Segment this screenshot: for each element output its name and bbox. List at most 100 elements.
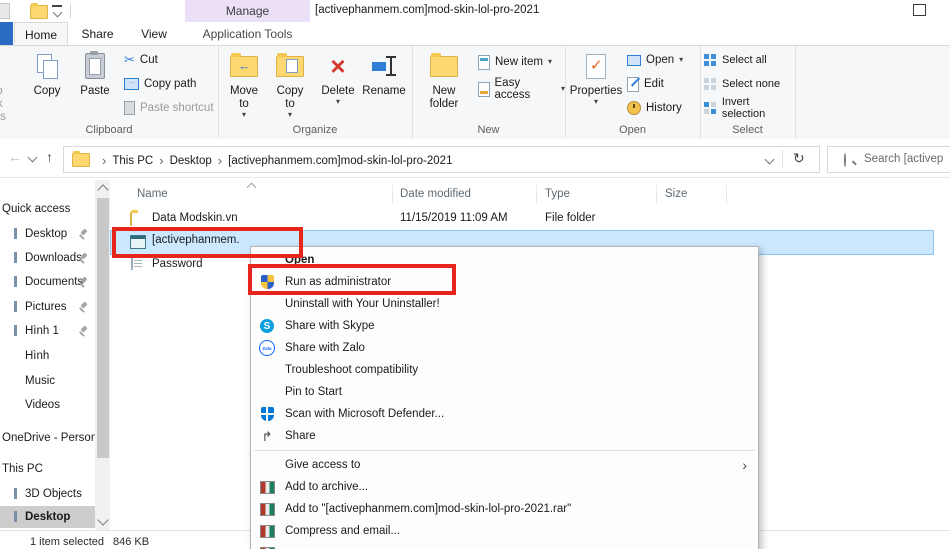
- column-divider[interactable]: [656, 185, 657, 204]
- menu-item-share-with-zalo[interactable]: ZaloShare with Zalo: [252, 337, 757, 359]
- sidebar-item-documents[interactable]: Documents: [0, 270, 95, 294]
- copy-button[interactable]: Copy: [24, 49, 70, 98]
- sidebar-item-this-pc[interactable]: This PC: [0, 457, 95, 481]
- easy-access-button[interactable]: Easy access ▾: [478, 78, 565, 100]
- paste-shortcut-button[interactable]: Paste shortcut: [124, 97, 214, 119]
- menu-item-pin-to-start[interactable]: Pin to Start: [252, 381, 757, 403]
- tab-application-tools[interactable]: Application Tools: [185, 22, 310, 45]
- select-all-button[interactable]: Select all: [704, 49, 767, 71]
- open-group-label: Open: [565, 124, 700, 136]
- cut-icon-edge: [14, 301, 17, 312]
- sidebar-item-hinh-1[interactable]: Hình 1: [0, 319, 95, 343]
- breadcrumb-this-pc[interactable]: This PC: [112, 155, 153, 167]
- column-divider[interactable]: [392, 185, 393, 204]
- address-box[interactable]: › This PC › Desktop › [activephanmem.com…: [63, 146, 820, 173]
- menu-item-add-to-archive[interactable]: Add to archive...: [252, 476, 757, 498]
- cut-icon-edge: [14, 511, 17, 522]
- column-header-name[interactable]: Name: [137, 188, 168, 200]
- column-divider[interactable]: [536, 185, 537, 204]
- qat-partial-icon[interactable]: [0, 3, 10, 19]
- column-divider[interactable]: [726, 185, 727, 204]
- file-explorer-window: Manage [activephanmem.com]mod-skin-lol-p…: [0, 0, 950, 549]
- address-bar: ← ↑ › This PC › Desktop › [activephanmem…: [0, 139, 950, 178]
- sidebar-item-desktop[interactable]: Desktop: [0, 222, 95, 246]
- new-item-button[interactable]: New item ▾: [478, 51, 552, 73]
- copy-path-button[interactable]: ··· Copy path: [124, 73, 196, 95]
- menu-item-give-access-to[interactable]: Give access to›: [252, 454, 757, 476]
- sidebar-item-pictures[interactable]: Pictures: [0, 295, 95, 319]
- copy-label: Copy: [34, 85, 61, 98]
- tab-view-label: View: [141, 27, 167, 41]
- back-button[interactable]: ←: [8, 149, 22, 165]
- nav-history-chevron-icon[interactable]: [28, 153, 38, 163]
- pin-to-quick-access-button[interactable]: Pin to Quick access: [0, 49, 18, 125]
- tab-home[interactable]: Home: [14, 22, 68, 46]
- cut-icon-edge: [14, 252, 17, 263]
- refresh-button[interactable]: ↻: [793, 150, 805, 167]
- menu-item-share[interactable]: ↱Share: [252, 425, 757, 447]
- cut-icon-edge: [14, 276, 17, 287]
- open-button[interactable]: Open ▾: [627, 49, 683, 71]
- select-group-label: Select: [700, 124, 795, 136]
- sidebar-scrollbar[interactable]: [95, 180, 110, 530]
- column-header-date-modified[interactable]: Date modified: [400, 188, 471, 200]
- edit-button[interactable]: Edit: [627, 73, 664, 95]
- tab-file[interactable]: [0, 22, 13, 45]
- sidebar-item-desktop-this-pc[interactable]: Desktop: [0, 506, 95, 528]
- qat-divider: [70, 4, 71, 18]
- select-all-label: Select all: [722, 54, 767, 66]
- maximize-icon[interactable]: [913, 4, 926, 16]
- copy-to-button[interactable]: Copy to▾: [268, 49, 312, 119]
- breadcrumb-desktop[interactable]: Desktop: [170, 155, 212, 167]
- pin-icon: [78, 253, 89, 264]
- select-none-icon: [704, 78, 717, 91]
- open-caret-icon: ▾: [679, 56, 683, 64]
- rename-button[interactable]: Rename: [360, 49, 408, 98]
- history-button[interactable]: History: [627, 97, 682, 119]
- address-dropdown-chevron-icon[interactable]: [765, 155, 775, 165]
- cut-button[interactable]: ✂ Cut: [124, 49, 158, 71]
- tab-share[interactable]: Share: [70, 22, 125, 45]
- sidebar-item-hinh[interactable]: Hình: [0, 344, 95, 368]
- crumb-sep-icon: ›: [153, 153, 169, 168]
- copy-path-label: Copy path: [144, 78, 196, 90]
- menu-item-share-with-skype[interactable]: SShare with Skype: [252, 315, 757, 337]
- copy-path-icon: ···: [124, 78, 139, 90]
- search-box[interactable]: Search [activep: [827, 146, 950, 173]
- new-folder-button[interactable]: New folder: [418, 49, 470, 111]
- qat-folder-icon[interactable]: [30, 5, 48, 19]
- menu-item-uninstall[interactable]: Uninstall with Your Uninstaller!: [252, 293, 757, 315]
- up-button[interactable]: ↑: [46, 149, 53, 165]
- menu-item-scan-with-defender[interactable]: Scan with Microsoft Defender...: [252, 403, 757, 425]
- scroll-up-icon[interactable]: [97, 184, 108, 195]
- sidebar-item-onedrive[interactable]: OneDrive - Personal: [0, 426, 95, 450]
- sidebar-item-3d-objects[interactable]: 3D Objects: [0, 482, 95, 506]
- properties-button[interactable]: ✓ Properties▾: [570, 49, 622, 106]
- scroll-down-icon[interactable]: [97, 514, 108, 525]
- sidebar-item-music[interactable]: Music: [0, 369, 95, 393]
- qat-customize-icon[interactable]: [52, 5, 62, 19]
- move-to-button[interactable]: ← Move to▾: [222, 49, 266, 119]
- menu-item-partial[interactable]: [252, 542, 757, 549]
- paste-button[interactable]: Paste: [72, 49, 118, 98]
- sidebar-item-quick-access[interactable]: Quick access: [0, 197, 95, 221]
- delete-button[interactable]: × Delete▾: [316, 49, 360, 106]
- select-none-button[interactable]: Select none: [704, 73, 780, 95]
- sort-ascending-icon: [247, 183, 257, 193]
- menu-item-troubleshoot-compatibility[interactable]: Troubleshoot compatibility: [252, 359, 757, 381]
- menu-item-add-to-rar[interactable]: Add to "[activephanmem.com]mod-skin-lol-…: [252, 498, 757, 520]
- menu-item-compress-and-email[interactable]: Compress and email...: [252, 520, 757, 542]
- pin-icon: [78, 326, 89, 337]
- sidebar-item-downloads[interactable]: Downloads: [0, 246, 95, 270]
- delete-icon: ×: [330, 53, 345, 79]
- column-header-size[interactable]: Size: [665, 188, 687, 200]
- copy-to-icon: [276, 56, 304, 77]
- breadcrumb-current-folder[interactable]: [activephanmem.com]mod-skin-lol-pro-2021: [228, 155, 452, 167]
- invert-selection-button[interactable]: Invert selection: [704, 97, 795, 119]
- tab-view[interactable]: View: [128, 22, 180, 45]
- column-header-type[interactable]: Type: [545, 188, 570, 200]
- edit-label: Edit: [644, 78, 664, 90]
- cut-icon-edge: [14, 228, 17, 239]
- scrollbar-thumb[interactable]: [97, 198, 109, 458]
- sidebar-item-videos[interactable]: Videos: [0, 393, 95, 417]
